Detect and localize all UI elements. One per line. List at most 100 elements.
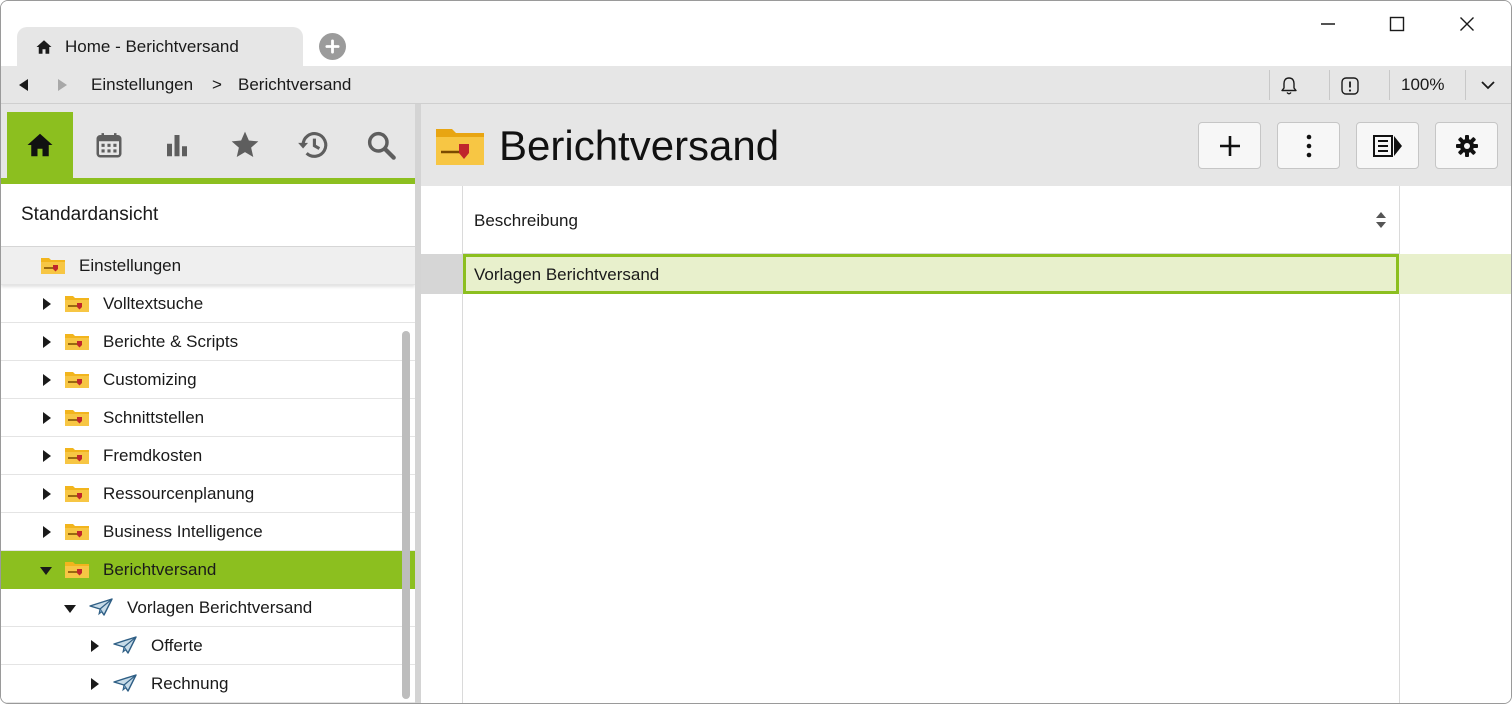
maximize-button[interactable]	[1373, 9, 1421, 39]
title-bar: Home - Berichtversand	[1, 1, 1511, 67]
tree-item-einstellungen[interactable]: Einstellungen	[1, 247, 415, 285]
collapse-arrow-icon[interactable]	[64, 605, 76, 613]
tree-item-label: Berichtversand	[103, 559, 217, 579]
sidebar-toolbar	[1, 104, 415, 184]
tree-item-berichte-scripts[interactable]: Berichte & Scripts	[1, 323, 415, 361]
view-title[interactable]: Standardansicht	[1, 184, 415, 247]
sidebar-tab-search[interactable]	[348, 112, 414, 178]
tree-item-label: Einstellungen	[79, 255, 182, 275]
data-grid: Beschreibung Vorlagen Berichtversand	[421, 186, 1511, 703]
maximize-icon	[1389, 16, 1405, 32]
divider	[1329, 70, 1330, 100]
settings-gear-icon	[1455, 134, 1478, 157]
app-window: Home - Berichtversand Einstellungen > Be…	[0, 0, 1512, 704]
expand-arrow-icon[interactable]	[43, 374, 51, 386]
folder-icon	[65, 562, 89, 578]
breadcrumb-item-einstellungen[interactable]: Einstellungen	[91, 75, 193, 95]
divider	[1269, 70, 1270, 100]
forward-arrow-icon[interactable]	[53, 76, 71, 94]
detail-panel-button[interactable]	[1356, 122, 1419, 169]
paper-plane-icon	[113, 674, 137, 692]
tree-item-label: Volltextsuche	[103, 293, 204, 313]
minimize-icon	[1321, 23, 1335, 25]
expand-arrow-icon[interactable]	[43, 526, 51, 538]
calendar-icon	[96, 133, 122, 158]
sidebar-tab-calendar[interactable]	[76, 112, 142, 178]
tree-item-label: Fremdkosten	[103, 445, 203, 465]
sidebar: Standardansicht Einstellungen Volltextsu…	[1, 104, 415, 703]
bar-chart-icon	[167, 135, 187, 157]
more-vertical-icon	[1306, 134, 1311, 157]
tree-item-business-intelligence[interactable]: Business Intelligence	[1, 513, 415, 551]
chevron-down-icon[interactable]	[1480, 79, 1496, 91]
minimize-button[interactable]	[1304, 9, 1352, 39]
bell-icon[interactable]	[1280, 76, 1298, 96]
tree-item-customizing[interactable]: Customizing	[1, 361, 415, 399]
expand-arrow-icon[interactable]	[91, 640, 99, 652]
folder-icon	[65, 524, 89, 540]
tree-item-offerte[interactable]: Offerte	[1, 627, 415, 665]
plus-icon	[325, 39, 340, 54]
tree-item-label: Berichte & Scripts	[103, 331, 239, 351]
column-header-beschreibung[interactable]: Beschreibung	[463, 186, 1399, 254]
tree-item-label: Customizing	[103, 369, 197, 389]
history-icon	[298, 132, 328, 158]
home-icon	[27, 133, 53, 157]
detail-panel-icon	[1372, 134, 1402, 157]
expand-arrow-icon[interactable]	[43, 412, 51, 424]
tree-item-label: Business Intelligence	[103, 521, 263, 541]
alert-icon[interactable]	[1340, 76, 1360, 96]
home-icon	[36, 40, 52, 54]
expand-arrow-icon[interactable]	[43, 336, 51, 348]
more-options-button[interactable]	[1277, 122, 1340, 169]
new-tab-button[interactable]	[319, 33, 346, 60]
sidebar-tab-favorites[interactable]	[212, 112, 278, 178]
sidebar-scrollbar[interactable]	[402, 331, 410, 699]
expand-arrow-icon[interactable]	[43, 298, 51, 310]
main-panel: Berichtversand Beschreibung Vorlagen Ber…	[421, 104, 1511, 703]
folder-icon	[65, 334, 89, 350]
tree-item-schnittstellen[interactable]: Schnittstellen	[1, 399, 415, 437]
tree-item-label: Vorlagen Berichtversand	[127, 597, 313, 617]
page-title: Berichtversand	[499, 122, 780, 169]
settings-button[interactable]	[1435, 122, 1498, 169]
navigation-tree: Einstellungen Volltextsuche Berichte & S…	[1, 247, 415, 703]
table-cell-beschreibung: Vorlagen Berichtversand	[474, 265, 660, 284]
folder-icon	[65, 486, 89, 502]
breadcrumb-separator: >	[212, 75, 222, 94]
tree-item-rechnung[interactable]: Rechnung	[1, 665, 415, 703]
expand-arrow-icon[interactable]	[91, 678, 99, 690]
sidebar-tab-home[interactable]	[7, 112, 73, 178]
tree-item-volltextsuche[interactable]: Volltextsuche	[1, 285, 415, 323]
main-header: Berichtversand	[421, 104, 1511, 186]
breadcrumb-item-berichtversand[interactable]: Berichtversand	[238, 75, 351, 95]
navigation-bar: Einstellungen > Berichtversand 100%	[1, 66, 1511, 104]
sidebar-tab-history[interactable]	[280, 112, 346, 178]
tree-item-berichtversand[interactable]: Berichtversand	[1, 551, 415, 589]
divider	[1389, 70, 1390, 100]
collapse-arrow-icon[interactable]	[40, 567, 52, 575]
tree-item-label: Ressourcenplanung	[103, 483, 255, 503]
folder-icon	[436, 129, 484, 165]
tree-item-label: Schnittstellen	[103, 407, 205, 427]
tab-home-berichtversand[interactable]: Home - Berichtversand	[17, 27, 303, 67]
close-button[interactable]	[1443, 9, 1491, 39]
column-header-label: Beschreibung	[474, 211, 578, 230]
expand-arrow-icon[interactable]	[43, 488, 51, 500]
tree-item-label: Rechnung	[151, 673, 229, 693]
folder-icon	[65, 296, 89, 312]
close-icon	[1460, 17, 1474, 31]
tree-item-fremdkosten[interactable]: Fremdkosten	[1, 437, 415, 475]
expand-arrow-icon[interactable]	[43, 450, 51, 462]
zoom-level[interactable]: 100%	[1401, 75, 1444, 95]
tree-item-ressourcenplanung[interactable]: Ressourcenplanung	[1, 475, 415, 513]
add-button[interactable]	[1198, 122, 1261, 169]
table-row[interactable]: Vorlagen Berichtversand	[463, 254, 1399, 294]
tree-item-vorlagen-berichtversand[interactable]: Vorlagen Berichtversand	[1, 589, 415, 627]
sidebar-tab-statistics[interactable]	[144, 112, 210, 178]
row-selector[interactable]	[421, 254, 463, 294]
search-icon	[367, 131, 396, 160]
table-row-filler	[1399, 254, 1511, 294]
sort-icon[interactable]	[1375, 211, 1387, 229]
back-arrow-icon[interactable]	[15, 76, 33, 94]
